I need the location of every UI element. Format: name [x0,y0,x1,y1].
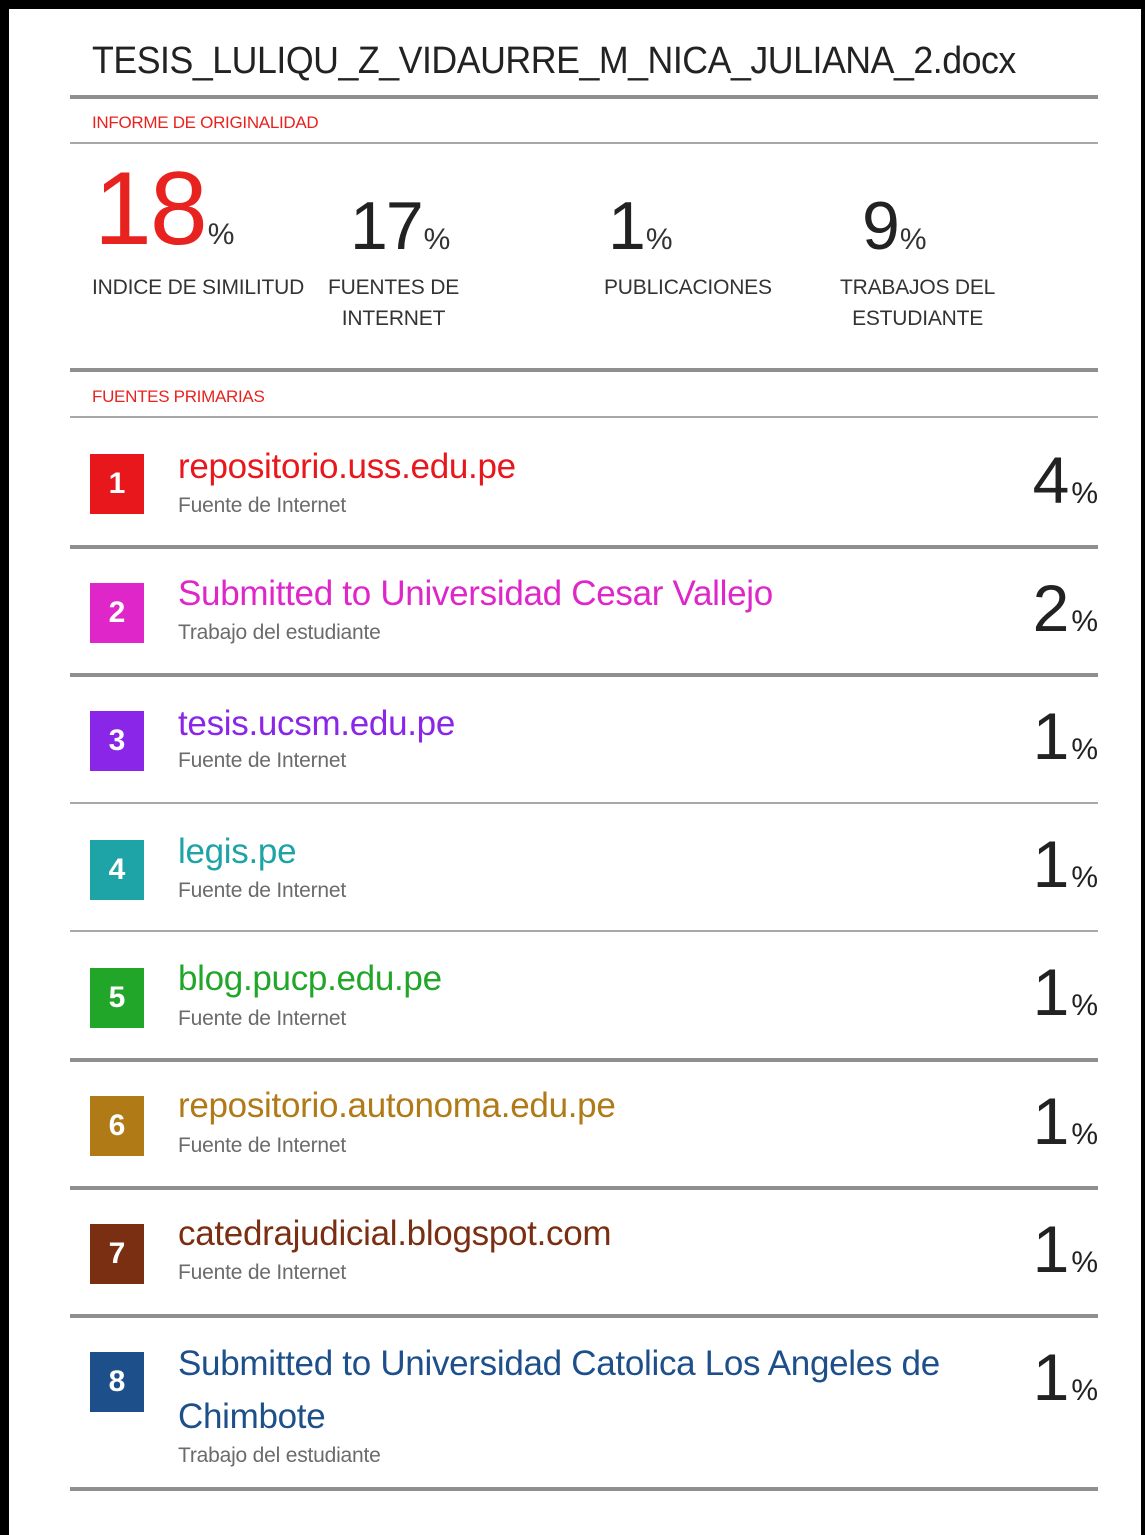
source-type: Fuente de Internet [178,1261,347,1284]
primary-sources-label: FUENTES PRIMARIAS [92,387,265,406]
source-percent-unit: % [1071,477,1098,510]
publications-unit: % [645,223,673,256]
source-rank-badge: 1 [90,454,144,514]
source-type: Fuente de Internet [178,1007,347,1030]
source-percent-value: 1 [1032,955,1070,1029]
source-percent-unit: % [1071,1246,1098,1279]
source-percent-value: 1 [1032,1340,1070,1414]
student-papers-value: 9 [862,188,900,264]
source-percent-unit: % [1071,733,1098,766]
source-percent: 4% [1033,442,1098,518]
source-row-8[interactable]: 8 Submitted to Universidad Catolica Los … [70,1317,1098,1487]
document-title: TESIS_LULIQU_Z_VIDAURRE_M_NICA_JULIANA_2… [92,40,1016,82]
internet-sources-stat: 17% [350,187,450,265]
source-percent-value: 1 [1032,1212,1070,1286]
source-percent-unit: % [1071,989,1098,1022]
source-percent-unit: % [1071,605,1098,638]
source-name[interactable]: tesis.ucsm.edu.pe [178,704,455,744]
source-rank-badge: 4 [90,840,144,900]
similarity-index-stat: 18% [94,150,234,269]
source-percent: 1% [1033,698,1098,774]
source-rank-badge: 7 [90,1224,144,1284]
source-percent-unit: % [1071,1118,1098,1151]
publications-value: 1 [608,188,646,264]
similarity-index-label: INDICE DE SIMILITUD [92,276,305,299]
source-percent-value: 1 [1032,1084,1070,1158]
source-type: Fuente de Internet [178,879,347,902]
student-papers-unit: % [899,223,927,256]
source-percent: 1% [1033,954,1098,1030]
internet-sources-value: 17 [350,188,424,264]
report-divider [70,142,1098,144]
publications-label: PUBLICACIONES [604,276,772,299]
source-percent: 1% [1033,1211,1098,1287]
publications-stat: 1% [608,187,673,265]
source-row-6[interactable]: 6 repositorio.autonoma.edu.pe Fuente de … [70,1061,1098,1187]
source-name[interactable]: Submitted to Universidad Catolica Los An… [178,1337,958,1443]
source-type: Trabajo del estudiante [178,621,381,644]
source-row-1[interactable]: 1 repositorio.uss.edu.pe Fuente de Inter… [70,420,1098,550]
student-papers-stat: 9% [862,187,927,265]
source-percent-value: 1 [1032,827,1070,901]
source-percent: 1% [1033,1339,1098,1415]
source-percent: 2% [1033,570,1098,646]
internet-sources-label: FUENTES DE INTERNET [328,276,460,330]
source-row-3[interactable]: 3 tesis.ucsm.edu.pe Fuente de Internet 1… [70,676,1098,802]
source-type: Trabajo del estudiante [178,1444,381,1467]
source-percent-value: 4 [1032,443,1070,517]
source-percent-unit: % [1071,1374,1098,1407]
stats-divider [70,368,1098,372]
source-percent-value: 1 [1032,699,1070,773]
source-percent: 1% [1033,826,1098,902]
source-type: Fuente de Internet [178,749,347,772]
source-percent-unit: % [1071,861,1098,894]
source-row-7[interactable]: 7 catedrajudicial.blogspot.com Fuente de… [70,1189,1098,1315]
primary-sources-divider [70,416,1098,418]
source-name[interactable]: blog.pucp.edu.pe [178,959,442,999]
similarity-index-unit: % [207,218,235,251]
source-row-5[interactable]: 5 blog.pucp.edu.pe Fuente de Internet 1% [70,932,1098,1058]
source-row-2[interactable]: 2 Submitted to Universidad Cesar Vallejo… [70,548,1098,674]
similarity-index-value: 18 [94,151,208,267]
source-rank-badge: 3 [90,711,144,771]
sources-end-divider [70,1487,1098,1491]
source-name[interactable]: repositorio.autonoma.edu.pe [178,1086,616,1126]
source-rank-badge: 8 [90,1352,144,1412]
source-row-4[interactable]: 4 legis.pe Fuente de Internet 1% [70,804,1098,930]
source-rank-badge: 2 [90,583,144,643]
internet-sources-unit: % [423,223,451,256]
source-percent: 1% [1033,1083,1098,1159]
source-name[interactable]: Submitted to Universidad Cesar Vallejo [178,574,773,614]
source-type: Fuente de Internet [178,1134,347,1157]
source-name[interactable]: repositorio.uss.edu.pe [178,447,516,487]
source-name[interactable]: legis.pe [178,832,297,872]
originality-report-label: INFORME DE ORIGINALIDAD [92,113,319,132]
source-rank-badge: 5 [90,968,144,1028]
student-papers-label: TRABAJOS DEL ESTUDIANTE [840,276,996,330]
title-divider [70,95,1098,99]
source-type: Fuente de Internet [178,494,347,517]
source-name[interactable]: catedrajudicial.blogspot.com [178,1214,612,1254]
source-rank-badge: 6 [90,1096,144,1156]
source-percent-value: 2 [1032,571,1070,645]
